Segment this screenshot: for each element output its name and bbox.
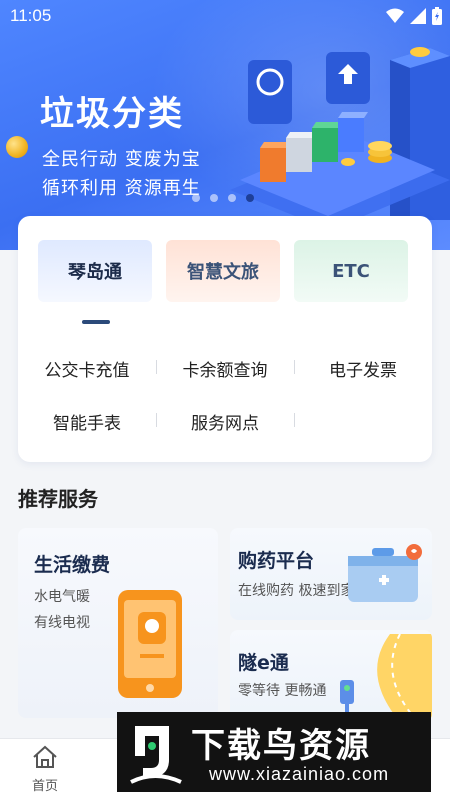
nav-home[interactable]: 首页 bbox=[22, 745, 68, 794]
section-title: 推荐服务 bbox=[18, 487, 98, 511]
coin-icon bbox=[6, 136, 28, 158]
carousel-indicator[interactable] bbox=[192, 194, 254, 202]
quick-link-e-invoice[interactable]: 电子发票 bbox=[294, 356, 432, 381]
utility-payment-card[interactable]: 生活缴费 水电气暖 有线电视 bbox=[18, 528, 218, 718]
quick-link-balance-query[interactable]: 卡余额查询 bbox=[156, 356, 294, 381]
bird-logo-icon bbox=[130, 726, 182, 784]
banner-subtitle-2: 循环利用 资源再生 bbox=[42, 178, 201, 199]
carousel-dot[interactable] bbox=[192, 194, 200, 202]
tunnel-pass-card[interactable]: 隧e通 零等待 更畅通 bbox=[230, 630, 432, 722]
nav-home-label: 首页 bbox=[31, 779, 58, 794]
tab-label: ETC bbox=[332, 260, 370, 282]
service-tabs: 琴岛通 智慧文旅 ETC bbox=[38, 240, 414, 302]
garbage-sorting-illustration bbox=[230, 47, 450, 220]
tab-etc[interactable]: ETC bbox=[294, 240, 408, 302]
status-bar: 11:05 bbox=[0, 0, 450, 32]
status-time: 11:05 bbox=[10, 6, 52, 25]
road-icon bbox=[340, 634, 432, 722]
card-title: 购药平台 bbox=[238, 550, 315, 572]
card-desc: 有线电视 bbox=[34, 615, 90, 631]
battery-icon bbox=[432, 7, 442, 25]
card-title: 生活缴费 bbox=[34, 554, 111, 576]
watermark-url: www.xiazainiao.com bbox=[209, 764, 390, 784]
watermark-overlay: 下载鸟资源 www.xiazainiao.com bbox=[117, 712, 431, 792]
banner-title: 垃圾分类 bbox=[40, 94, 184, 134]
tab-label: 琴岛通 bbox=[68, 262, 122, 283]
wifi-icon bbox=[386, 8, 404, 23]
card-desc: 在线购药 极速到家 bbox=[238, 583, 355, 599]
tab-smart-tourism[interactable]: 智慧文旅 bbox=[166, 240, 280, 302]
home-icon bbox=[33, 745, 57, 768]
pharmacy-platform-card[interactable]: 购药平台 在线购药 极速到家 bbox=[230, 528, 432, 620]
quick-link-bus-card-recharge[interactable]: 公交卡充值 bbox=[18, 356, 156, 381]
tab-label: 智慧文旅 bbox=[187, 262, 259, 283]
card-desc: 水电气暖 bbox=[34, 589, 90, 605]
quick-link-smart-watch[interactable]: 智能手表 bbox=[18, 409, 156, 434]
phone-payment-icon bbox=[118, 590, 182, 698]
quick-link-service-outlets[interactable]: 服务网点 bbox=[156, 409, 294, 434]
carousel-dot-active[interactable] bbox=[246, 194, 254, 202]
active-tab-indicator bbox=[82, 320, 110, 324]
card-title: 隧e通 bbox=[238, 652, 289, 674]
medical-kit-icon bbox=[348, 544, 422, 602]
watermark-brand: 下载鸟资源 bbox=[191, 726, 371, 766]
card-desc: 零等待 更畅通 bbox=[238, 683, 327, 699]
app-screen: 11:05 垃圾分类 全民行动 变废为宝 循环利用 资源再生 琴岛通 智慧文旅 … bbox=[0, 0, 450, 800]
banner-subtitle-1: 全民行动 变废为宝 bbox=[42, 149, 201, 170]
promo-banner[interactable]: 11:05 垃圾分类 全民行动 变废为宝 循环利用 资源再生 bbox=[0, 0, 450, 250]
carousel-dot[interactable] bbox=[210, 194, 218, 202]
service-card: 琴岛通 智慧文旅 ETC 公交卡充值 卡余额查询 电子发票 智能手表 服务网点 bbox=[18, 216, 432, 462]
carousel-dot[interactable] bbox=[228, 194, 236, 202]
signal-icon bbox=[410, 8, 426, 24]
tab-qindaotong[interactable]: 琴岛通 bbox=[38, 240, 152, 302]
